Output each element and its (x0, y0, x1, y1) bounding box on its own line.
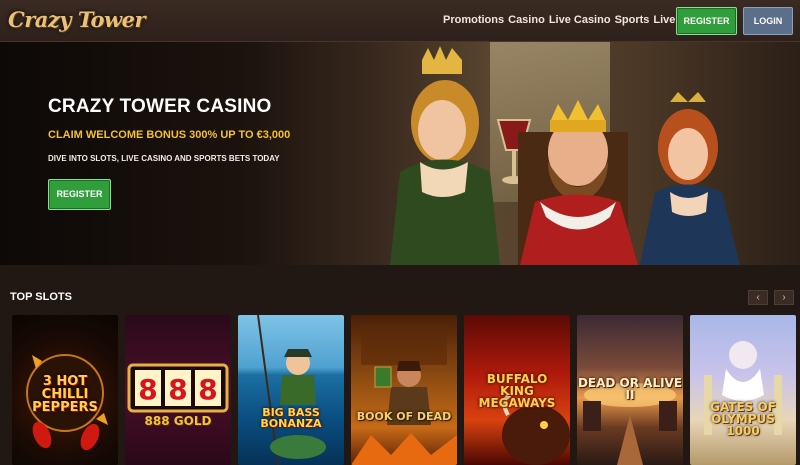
top-header: Crazy Tower Promotions Casino Live Casin… (0, 0, 800, 42)
game-title: 888 GOLD (144, 414, 212, 428)
game-title: 3 HOT CHILLI PEPPERS (32, 374, 98, 415)
game-tile-gates-of-olympus-1000[interactable]: GATES OF OLYMPUS 1000 (690, 315, 796, 465)
hero-subtitle: DIVE INTO SLOTS, LIVE CASINO AND SPORTS … (48, 154, 280, 163)
carousel-prev-button[interactable]: ‹ (748, 290, 768, 305)
game-art: 8 8 8 (127, 363, 229, 413)
queen-figure (390, 46, 500, 265)
game-title: BIG BASS BONANZA (260, 406, 322, 430)
carousel-next-button[interactable]: › (774, 290, 794, 305)
game-title: BOOK OF DEAD (356, 410, 452, 423)
game-tile-888-gold[interactable]: 8 8 8 888 GOLD (125, 315, 231, 465)
princess-figure (640, 92, 740, 265)
game-title: DEAD OR ALIVE II (577, 376, 683, 402)
register-button[interactable]: REGISTER (676, 7, 737, 35)
svg-text:8: 8 (168, 373, 187, 406)
nav-sports[interactable]: Sports (615, 14, 650, 26)
game-art (351, 325, 457, 465)
hero-title: CRAZY TOWER CASINO (48, 96, 272, 117)
site-logo[interactable]: Crazy Tower (8, 7, 146, 32)
hero-bonus-text: CLAIM WELCOME BONUS 300% UP TO €3,000 (48, 129, 291, 141)
nav-live-casino[interactable]: Live Casino (549, 14, 611, 26)
nav-promotions[interactable]: Promotions (443, 14, 504, 26)
hero-characters-illustration (390, 46, 740, 265)
game-art (704, 341, 782, 435)
game-tile-dead-or-alive-2[interactable]: DEAD OR ALIVE II (577, 315, 683, 465)
king-figure (518, 100, 638, 265)
nav-casino[interactable]: Casino (508, 14, 545, 26)
login-button[interactable]: LOGIN (743, 7, 793, 35)
top-slots-heading: TOP SLOTS (10, 291, 72, 303)
svg-text:8: 8 (198, 373, 217, 406)
game-title: BUFFALO KING MEGAWAYS (478, 372, 556, 410)
game-tile-3-hot-chilli-peppers[interactable]: 3 HOT CHILLI PEPPERS (12, 315, 118, 465)
game-tile-book-of-dead[interactable]: BOOK OF DEAD (351, 315, 457, 465)
game-title: GATES OF OLYMPUS 1000 (710, 400, 776, 438)
game-art (257, 315, 326, 465)
hero-banner: CRAZY TOWER CASINO CLAIM WELCOME BONUS 3… (0, 42, 800, 265)
hero-register-button[interactable]: REGISTER (48, 179, 111, 210)
svg-text:8: 8 (138, 373, 157, 406)
game-tile-big-bass-bonanza[interactable]: BIG BASS BONANZA (238, 315, 344, 465)
game-tile-buffalo-king-megaways[interactable]: BUFFALO KING MEGAWAYS (464, 315, 570, 465)
top-slots-carousel: 3 HOT CHILLI PEPPERS 8 8 8 888 GOLD BIG … (12, 315, 800, 465)
